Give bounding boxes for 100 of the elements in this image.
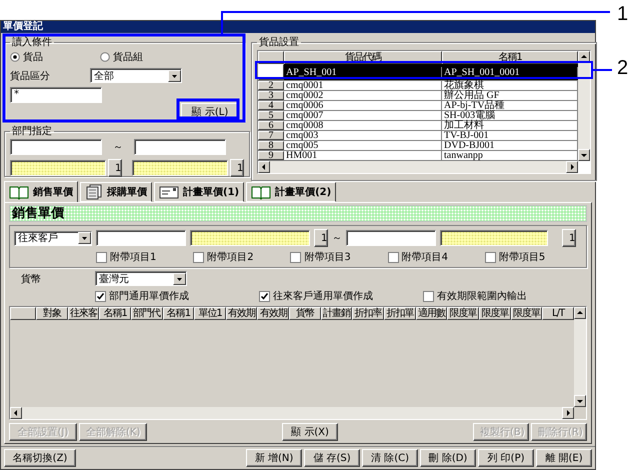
- checkbox[interactable]: [290, 252, 302, 262]
- action-button[interactable]: 新 增(N): [246, 449, 302, 467]
- row-number: 6: [258, 121, 284, 130]
- scroll-left-button[interactable]: [10, 407, 22, 419]
- grid-row[interactable]: 7 cmq003 TV-BJ-001: [258, 131, 578, 141]
- scroll-left-button[interactable]: [258, 161, 270, 173]
- scroll-right-button[interactable]: [566, 161, 578, 173]
- grid-row[interactable]: 4 cmq0006 AP-bj-TV品種: [258, 101, 578, 111]
- code-field[interactable]: *: [10, 87, 102, 103]
- radio-label: 貨品組: [113, 51, 143, 64]
- radio-label: 貨品: [23, 51, 43, 64]
- currency-dropdown[interactable]: 臺灣元: [95, 271, 187, 286]
- lookup-button[interactable]: 1: [562, 229, 576, 247]
- column-header[interactable]: 單位1: [194, 307, 226, 320]
- action-button[interactable]: 刪 除(D): [420, 449, 476, 467]
- checkbox-label: 附帶項目4: [402, 250, 448, 264]
- radio-button[interactable]: [100, 52, 110, 62]
- column-header[interactable]: 往來客: [68, 307, 100, 320]
- caret-icon: [78, 232, 91, 244]
- grid-row[interactable]: 3 cmq0002 辦公用品 GF: [258, 91, 578, 101]
- book-icon: [9, 184, 29, 200]
- action-button[interactable]: 清 除(C): [362, 449, 418, 467]
- partner-dropdown[interactable]: 往來客戶: [14, 230, 92, 246]
- field-label: 貨幣: [21, 272, 42, 286]
- range-separator: ～: [332, 232, 342, 245]
- callout-number: 2: [617, 58, 628, 78]
- checkbox[interactable]: [193, 252, 204, 262]
- grid-row[interactable]: 8 cmq005 DVD-BJ001: [258, 141, 578, 151]
- column-header[interactable]: 限度單: [478, 307, 511, 320]
- grid-row[interactable]: 6 cmq0008 加工材料: [258, 121, 578, 131]
- row-number: 2: [258, 81, 284, 90]
- checkbox-label: 部門通用單價作成: [109, 290, 189, 303]
- text-field[interactable]: [10, 139, 102, 155]
- caret-icon: [173, 272, 186, 284]
- column-header[interactable]: 名稱1: [99, 307, 131, 320]
- range-separator: ～: [112, 141, 124, 154]
- checkbox[interactable]: [484, 252, 496, 262]
- tab[interactable]: 計畫單價(1): [154, 182, 244, 202]
- group-title: 部門指定: [11, 124, 53, 138]
- tab[interactable]: 採購單價: [80, 182, 152, 202]
- column-header[interactable]: 有效期: [226, 307, 258, 320]
- column-header[interactable]: 限度單: [447, 307, 479, 320]
- column-header[interactable]: 對象: [36, 307, 68, 320]
- caret-icon: [168, 70, 181, 82]
- lookup-button[interactable]: 1: [314, 229, 328, 247]
- group-title: 貨品設置: [258, 36, 300, 49]
- action-button[interactable]: 離 開(E): [536, 449, 592, 467]
- text-field[interactable]: [346, 230, 436, 246]
- column-header[interactable]: 名稱1: [162, 307, 194, 320]
- checkbox[interactable]: [95, 290, 106, 302]
- text-field[interactable]: [96, 230, 186, 246]
- checkbox-label: 附帶項目2: [207, 250, 254, 264]
- column-header[interactable]: 折扣率: [352, 307, 384, 320]
- section-title: 銷售單價: [9, 205, 587, 222]
- column-header[interactable]: L/T: [542, 307, 574, 320]
- vertical-scrollbar[interactable]: [574, 307, 586, 407]
- scroll-down-button[interactable]: [574, 395, 586, 407]
- action-button[interactable]: 列 印(P): [478, 449, 534, 467]
- tab[interactable]: 計畫單價(2): [246, 182, 336, 202]
- lookup-button[interactable]: 1: [108, 159, 122, 177]
- column-header[interactable]: 折扣單: [384, 307, 416, 320]
- name-toggle-button[interactable]: 名稱切換(Z): [4, 449, 76, 467]
- grid-row[interactable]: 2 cmq0001 花旗象棋: [258, 81, 578, 91]
- lookup-button[interactable]: 1: [230, 159, 244, 177]
- checkbox-label: 附帶項目5: [498, 250, 546, 264]
- scroll-down-button[interactable]: [578, 149, 590, 161]
- scroll-right-button[interactable]: [562, 407, 574, 419]
- field-label: 貨品區分: [10, 70, 51, 82]
- vertical-scrollbar[interactable]: [578, 51, 590, 161]
- checkbox[interactable]: [423, 290, 434, 302]
- column-header[interactable]: 部門代: [130, 307, 163, 320]
- column-header[interactable]: 適用數: [416, 307, 448, 320]
- action-button[interactable]: 儲 存(S): [304, 449, 360, 467]
- row-number: 3: [258, 91, 284, 100]
- category-dropdown[interactable]: 全部: [90, 68, 182, 83]
- checkbox[interactable]: [259, 290, 270, 302]
- column-header[interactable]: 限度單: [510, 307, 542, 320]
- checkbox[interactable]: [96, 252, 107, 262]
- row-number: 9: [258, 151, 284, 160]
- scroll-up-button[interactable]: [574, 307, 586, 319]
- envelope-icon: [159, 185, 179, 199]
- column-header[interactable]: 貨幣: [289, 307, 321, 320]
- horizontal-scrollbar[interactable]: [10, 407, 574, 419]
- tab[interactable]: 銷售單價: [4, 181, 78, 203]
- text-field[interactable]: [134, 139, 226, 155]
- callout-line: [592, 69, 612, 71]
- grid-row[interactable]: 5 cmq0007 SH-003電腦: [258, 111, 578, 121]
- row-number: 8: [258, 141, 284, 150]
- checkbox[interactable]: [388, 252, 399, 262]
- grid-row[interactable]: 9 HM001 tanwanpp: [258, 151, 578, 161]
- horizontal-scrollbar[interactable]: [258, 161, 578, 173]
- column-header[interactable]: 有效期: [257, 307, 290, 320]
- column-header[interactable]: 計畫銷: [320, 307, 352, 320]
- table-cell: AP_SH_001: [284, 66, 442, 78]
- radio-button[interactable]: [10, 52, 20, 62]
- show-button[interactable]: 顯 示(X): [282, 423, 338, 441]
- row-number: 5: [258, 111, 284, 120]
- checkbox-label: 往來客戶通用單價作成: [273, 290, 373, 303]
- window-title: 單價登記: [1, 21, 595, 33]
- book-icon: [251, 184, 272, 200]
